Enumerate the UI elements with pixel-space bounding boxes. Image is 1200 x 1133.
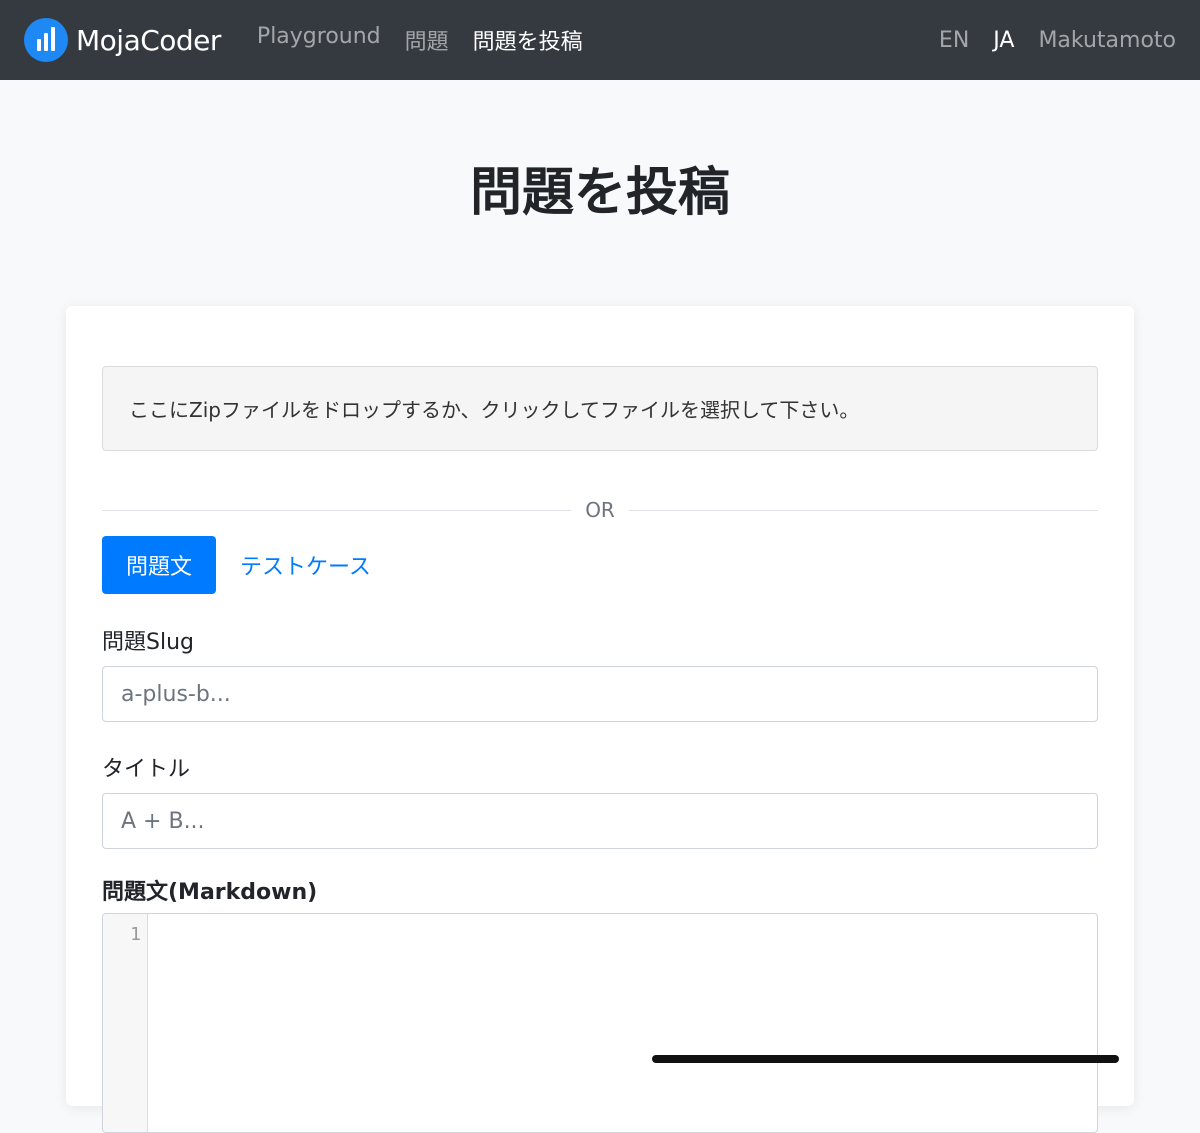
brand-name: MojaCoder <box>76 23 221 57</box>
home-indicator <box>652 1055 1119 1063</box>
nav-links: Playground 問題 問題を投稿 <box>257 24 583 56</box>
tab-statement[interactable]: 問題文 <box>102 536 216 594</box>
navbar: MojaCoder Playground 問題 問題を投稿 EN JA Maku… <box>0 0 1200 80</box>
brand-link[interactable]: MojaCoder <box>24 18 221 62</box>
slug-label: 問題Slug <box>102 630 194 655</box>
tab-testcases[interactable]: テストケース <box>222 536 389 594</box>
dropzone-text: ここにZipファイルをドロップするか、クリックしてファイルを選択して下さい。 <box>129 398 860 422</box>
line-number: 1 <box>130 924 141 945</box>
nav-link-playground[interactable]: Playground <box>257 24 381 56</box>
lang-en-link[interactable]: EN <box>939 28 969 53</box>
or-divider: OR <box>102 498 1099 522</box>
mojacoder-logo-icon <box>24 18 68 62</box>
title-input[interactable] <box>102 793 1098 849</box>
zip-dropzone[interactable]: ここにZipファイルをドロップするか、クリックしてファイルを選択して下さい。 <box>102 366 1098 451</box>
statement-label: 問題文(Markdown) <box>102 880 318 905</box>
nav-right: EN JA Makutamoto <box>939 28 1176 53</box>
user-link[interactable]: Makutamoto <box>1038 28 1176 53</box>
or-text: OR <box>585 498 615 522</box>
page-title: 問題を投稿 <box>469 163 730 223</box>
form-tabs: 問題文 テストケース <box>102 536 389 594</box>
divider-line-left <box>102 509 572 511</box>
lang-ja-link[interactable]: JA <box>993 28 1014 53</box>
divider-line-right <box>628 509 1099 511</box>
markdown-editor[interactable]: 1 <box>102 913 1098 1133</box>
nav-link-problems[interactable]: 問題 <box>405 24 449 56</box>
title-label: タイトル <box>102 757 191 782</box>
nav-link-post-problem[interactable]: 問題を投稿 <box>473 24 583 56</box>
slug-input[interactable] <box>102 666 1098 722</box>
post-problem-card: ここにZipファイルをドロップするか、クリックしてファイルを選択して下さい。 O… <box>66 306 1134 1133</box>
editor-line-gutter: 1 <box>103 914 148 1132</box>
